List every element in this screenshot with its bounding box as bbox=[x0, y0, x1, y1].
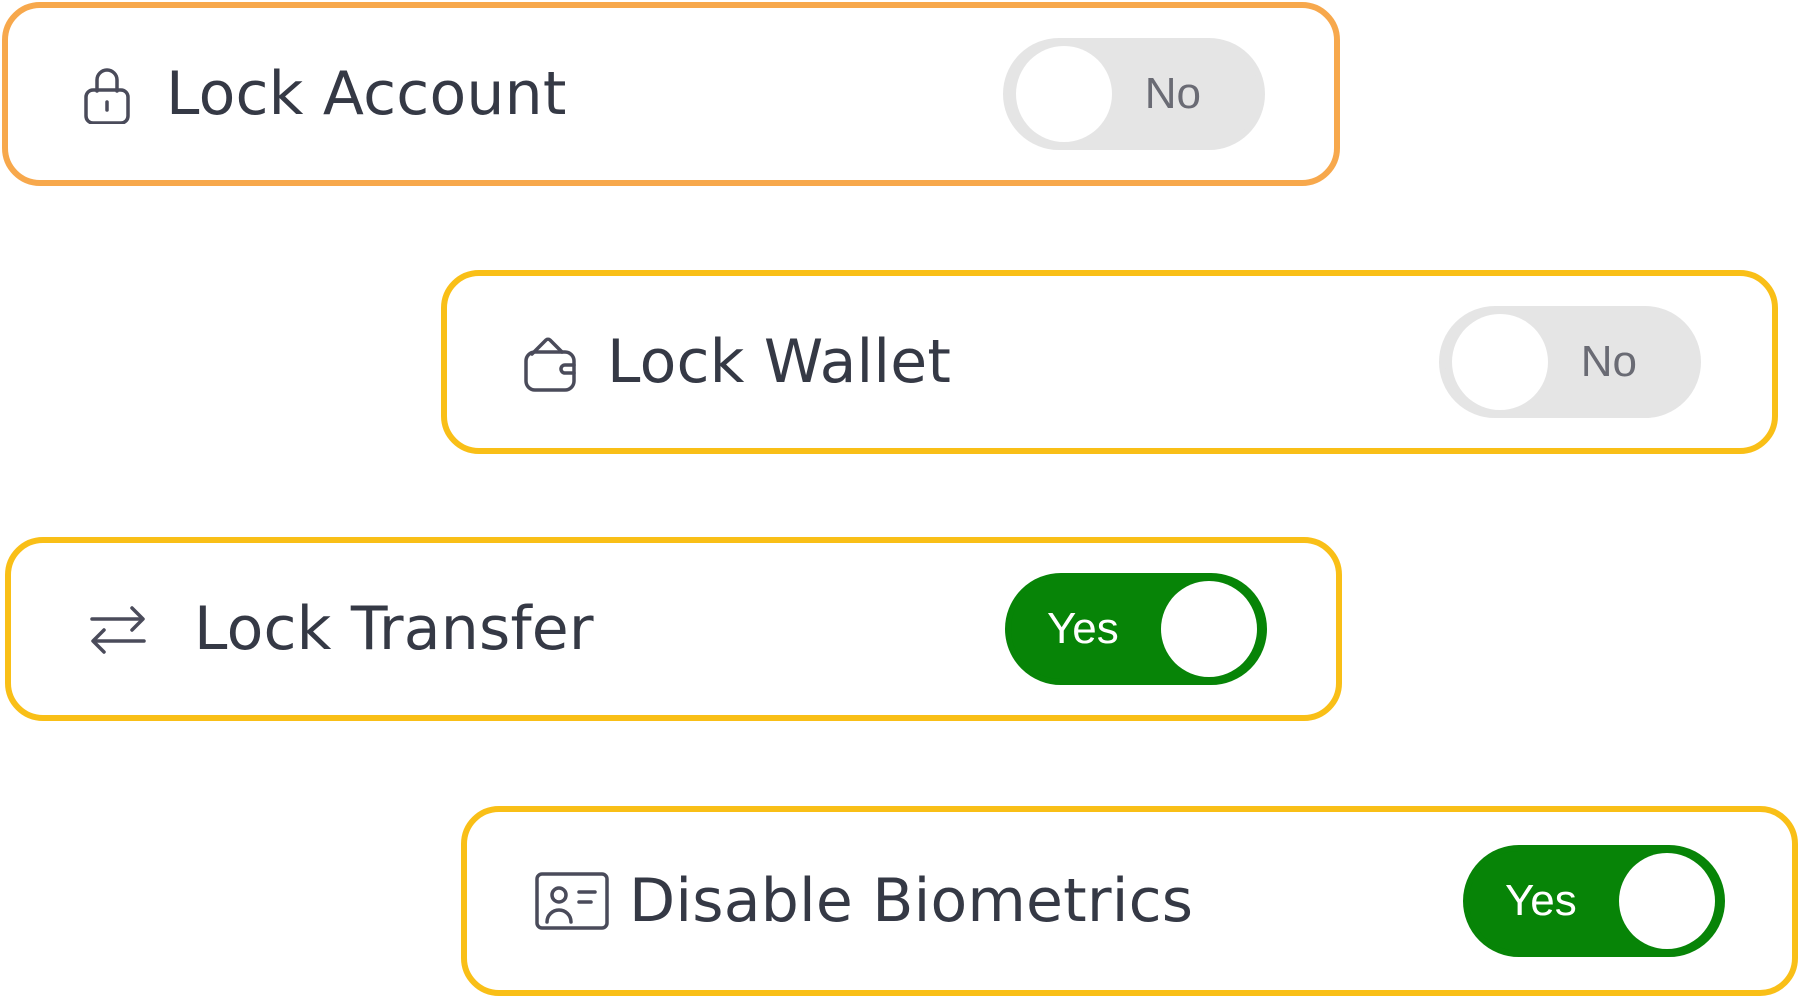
setting-label: Disable Biometrics bbox=[629, 866, 1194, 936]
toggle-knob bbox=[1619, 853, 1715, 949]
setting-card-lock-account: Lock Account No bbox=[2, 2, 1340, 186]
wallet-icon bbox=[520, 332, 580, 392]
setting-label: Lock Account bbox=[166, 59, 567, 129]
toggle-state-text: Yes bbox=[1505, 876, 1577, 925]
setting-card-disable-biometrics: Disable Biometrics Yes bbox=[461, 806, 1798, 996]
setting-label: Lock Transfer bbox=[194, 594, 594, 664]
toggle-state-text: No bbox=[1580, 337, 1637, 386]
toggle-state-text: No bbox=[1144, 69, 1201, 118]
id-card-icon bbox=[535, 871, 609, 931]
lock-icon bbox=[77, 64, 137, 124]
transfer-arrows-icon bbox=[88, 599, 148, 659]
toggle-state-text: Yes bbox=[1047, 604, 1119, 653]
lock-transfer-toggle[interactable]: Yes bbox=[1005, 573, 1267, 685]
toggle-knob bbox=[1016, 46, 1112, 142]
toggle-knob bbox=[1452, 314, 1548, 410]
disable-biometrics-toggle[interactable]: Yes bbox=[1463, 845, 1725, 957]
setting-label: Lock Wallet bbox=[607, 327, 952, 397]
setting-card-lock-transfer: Lock Transfer Yes bbox=[5, 537, 1342, 721]
lock-account-toggle[interactable]: No bbox=[1003, 38, 1265, 150]
toggle-knob bbox=[1161, 581, 1257, 677]
lock-wallet-toggle[interactable]: No bbox=[1439, 306, 1701, 418]
setting-card-lock-wallet: Lock Wallet No bbox=[441, 270, 1778, 454]
settings-panel: Lock Account No Lock Wallet No Lock Tran… bbox=[0, 0, 1800, 996]
